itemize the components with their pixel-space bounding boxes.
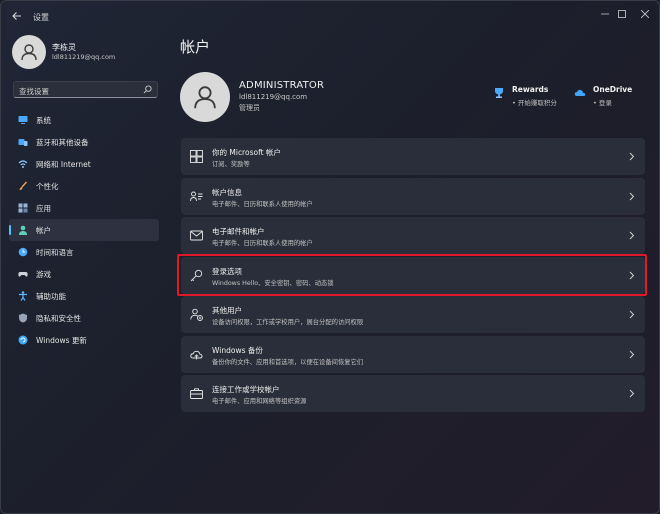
add-user-icon (190, 308, 203, 321)
card-title: 其他用户 (212, 306, 242, 315)
card-windows-backup[interactable]: Windows 备份 备份你的文件、应用和首选项，以便在设备间恢复它们 (181, 335, 645, 373)
sidebar-item-label: 系统 (36, 115, 51, 125)
rewards-subtitle: • 开始赚取积分 (512, 99, 557, 107)
sidebar-item-label: 时间和语言 (36, 247, 74, 257)
card-other-users[interactable]: 其他用户 设备访问权限，工作或学校用户，展台分配的访问权限 (181, 296, 645, 333)
page-title: 帐户 (180, 38, 211, 56)
minimize-icon (601, 13, 609, 15)
card-sign-in-options[interactable]: 登录选项 Windows Hello、安全密钥、密码、动态锁 (181, 256, 645, 294)
mail-icon (190, 230, 203, 241)
title-bar: 设置 (1, 1, 659, 31)
chevron-right-icon (629, 389, 635, 398)
wifi-icon (18, 160, 28, 168)
card-subtitle: Windows Hello、安全密钥、密码、动态锁 (212, 279, 334, 287)
sidebar-profile[interactable]: 李栋灵 ldl811219@qq.com (12, 35, 115, 69)
back-arrow-icon[interactable] (11, 10, 23, 22)
sidebar-item-windows-update[interactable]: Windows 更新 (9, 329, 159, 351)
profile-email: ldl811219@qq.com (52, 53, 116, 61)
settings-window: 设置 李栋灵 ldl811219@qq.com 查找设置 系统 蓝牙和其他设备 … (0, 0, 660, 514)
sidebar-nav: 系统 蓝牙和其他设备 网络和 Internet 个性化 应用 帐户 时间和语言 … (9, 109, 159, 351)
shield-icon (19, 313, 27, 323)
sidebar-item-label: 应用 (36, 203, 51, 213)
person-silhouette-icon (194, 86, 216, 109)
maximize-button[interactable] (610, 7, 634, 21)
apps-icon (18, 203, 28, 213)
cloud-icon (574, 89, 586, 96)
card-title: 电子邮件和帐户 (212, 227, 265, 236)
account-email: ldl811219@qq.com (239, 93, 308, 101)
card-title: Windows 备份 (212, 345, 263, 355)
rewards-title: Rewards (512, 85, 549, 94)
accessibility-icon (19, 291, 27, 301)
sidebar-item-label: 帐户 (36, 225, 51, 235)
sidebar-item-system[interactable]: 系统 (9, 109, 159, 131)
briefcase-icon (190, 388, 203, 399)
card-title: 帐户信息 (212, 187, 242, 197)
card-account-info[interactable]: 帐户信息 电子邮件、日历和联系人使用的帐户 (181, 177, 645, 215)
card-subtitle: 电子邮件、日历和联系人使用的帐户 (212, 200, 313, 208)
search-placeholder: 查找设置 (19, 86, 49, 96)
sidebar-item-label: 隐私和安全性 (36, 313, 81, 323)
sidebar-item-label: 游戏 (36, 269, 51, 279)
account-role: 管理员 (239, 104, 260, 112)
card-subtitle: 订阅、奖励等 (212, 161, 250, 168)
gamepad-icon (18, 272, 28, 277)
account-avatar (180, 72, 230, 122)
monitor-icon (18, 116, 28, 124)
sidebar-item-time-language[interactable]: 时间和语言 (9, 241, 159, 263)
onedrive-title: OneDrive (593, 85, 633, 94)
sidebar-item-network[interactable]: 网络和 Internet (9, 153, 159, 175)
card-subtitle: 电子邮件、应用和网络等组织资源 (212, 398, 307, 405)
sidebar-item-gaming[interactable]: 游戏 (9, 263, 159, 285)
sidebar-item-bluetooth[interactable]: 蓝牙和其他设备 (9, 131, 159, 153)
card-work-school-account[interactable]: 连接工作或学校帐户 电子邮件、应用和网络等组织资源 (181, 375, 645, 412)
card-subtitle: 电子邮件、日历和联系人使用的帐户 (212, 240, 313, 247)
avatar (12, 35, 46, 69)
sidebar-item-apps[interactable]: 应用 (9, 197, 159, 219)
card-title: 你的 Microsoft 帐户 (212, 148, 281, 157)
account-info-icon (190, 191, 203, 201)
search-input[interactable]: 查找设置 (13, 81, 158, 98)
profile-name: 李栋灵 (52, 43, 76, 52)
sidebar-item-label: 蓝牙和其他设备 (36, 137, 89, 147)
sidebar-item-label: Windows 更新 (36, 335, 87, 345)
key-icon (190, 269, 203, 281)
sidebar-item-label: 辅助功能 (36, 291, 66, 301)
chevron-right-icon (629, 231, 635, 240)
card-subtitle: 备份你的文件、应用和首选项，以便在设备间恢复它们 (212, 358, 364, 366)
backup-icon (190, 350, 203, 359)
sidebar-item-accessibility[interactable]: 辅助功能 (9, 285, 159, 307)
maximize-icon (618, 10, 626, 18)
card-email-accounts[interactable]: 电子邮件和帐户 电子邮件、日历和联系人使用的帐户 (181, 217, 645, 254)
sidebar-item-accounts[interactable]: 帐户 (9, 219, 159, 241)
bluetooth-icon (18, 139, 28, 146)
account-name: ADMINISTRATOR (239, 80, 325, 91)
sidebar-item-label: 网络和 Internet (36, 159, 91, 169)
chevron-right-icon (629, 152, 635, 161)
globe-clock-icon (18, 247, 28, 257)
onedrive-subtitle: • 登录 (593, 99, 612, 107)
person-silhouette-icon (21, 44, 37, 61)
brush-icon (19, 181, 28, 190)
card-title: 连接工作或学校帐户 (212, 385, 280, 394)
chevron-right-icon (629, 192, 635, 200)
trophy-icon (495, 88, 503, 98)
app-title: 设置 (33, 13, 49, 22)
settings-card-list: 你的 Microsoft 帐户 订阅、奖励等 帐户信息 电子邮件、日历和联系人使… (181, 138, 645, 415)
update-icon (18, 335, 28, 345)
close-button[interactable] (633, 7, 657, 21)
close-icon (641, 10, 649, 18)
chevron-right-icon (629, 310, 635, 319)
card-title: 登录选项 (212, 266, 242, 276)
card-microsoft-account[interactable]: 你的 Microsoft 帐户 订阅、奖励等 (181, 138, 645, 175)
card-subtitle: 设备访问权限，工作或学校用户，展台分配的访问权限 (212, 319, 364, 326)
chevron-right-icon (629, 350, 635, 358)
chevron-right-icon (629, 271, 635, 279)
windows-logo-icon (190, 150, 203, 163)
person-icon (19, 225, 27, 235)
sidebar-item-label: 个性化 (36, 181, 59, 191)
search-icon (143, 85, 152, 94)
sidebar-item-privacy-security[interactable]: 隐私和安全性 (9, 307, 159, 329)
sidebar-item-personalization[interactable]: 个性化 (9, 175, 159, 197)
